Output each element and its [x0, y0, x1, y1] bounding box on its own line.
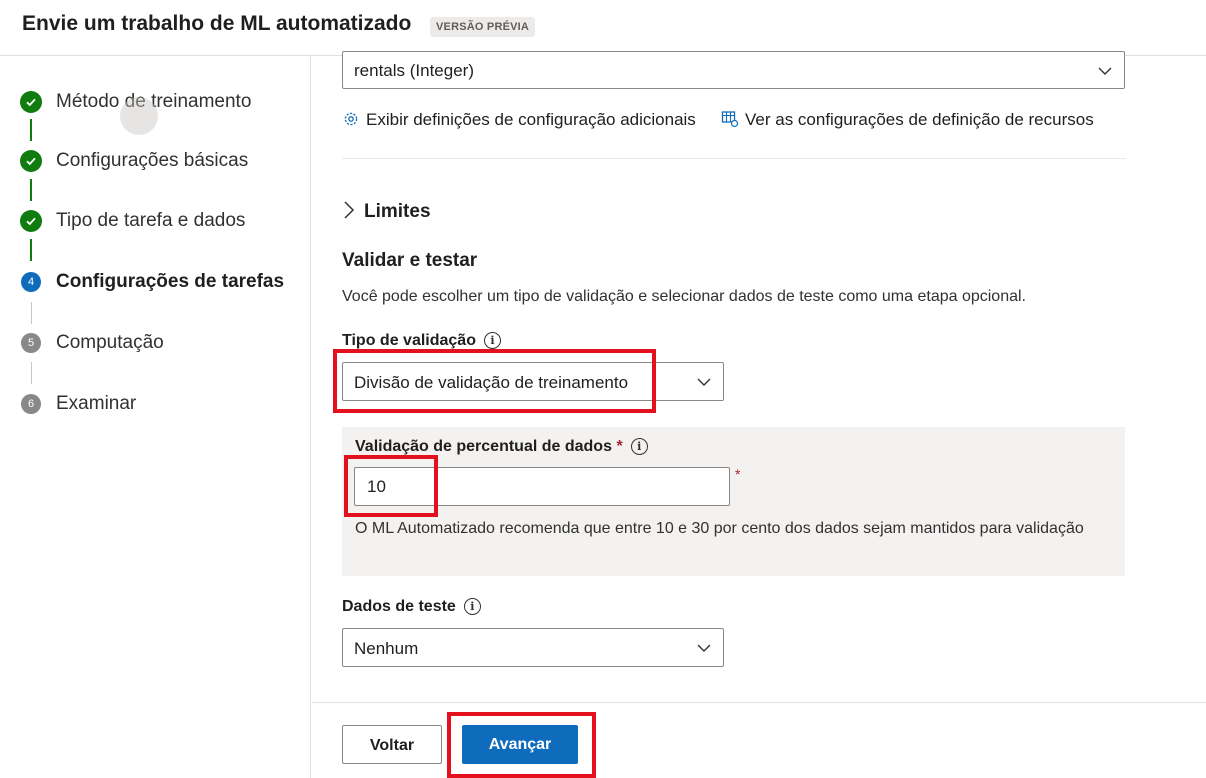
wizard-steps: Método de treinamento Configurações bási…	[0, 56, 311, 778]
section-description: Você pode escolher um tipo de validação …	[342, 288, 1026, 305]
checkmark-icon	[20, 91, 42, 113]
step-number-badge: 4	[21, 272, 41, 292]
required-asterisk: *	[735, 466, 741, 482]
limits-label: Limites	[364, 201, 431, 222]
featurization-settings-link[interactable]: Ver as configurações de definição de rec…	[721, 110, 1094, 130]
step-label: Examinar	[56, 393, 137, 414]
step-label: Computação	[56, 332, 164, 353]
back-button[interactable]: Voltar	[342, 725, 442, 764]
divider	[342, 158, 1126, 159]
preview-badge: VERSÃO PRÉVIA	[430, 17, 536, 37]
step-connector	[30, 179, 32, 201]
checkmark-icon	[20, 210, 42, 232]
test-data-dropdown[interactable]: Nenhum	[342, 628, 724, 667]
dropdown-value: Nenhum	[354, 639, 419, 658]
required-asterisk: *	[616, 438, 623, 455]
field-label: Dados de teste	[342, 598, 456, 615]
page-header: Envie um trabalho de ML automatizado VER…	[0, 0, 1206, 56]
additional-config-link[interactable]: Exibir definições de configuração adicio…	[342, 110, 696, 130]
info-icon[interactable]: i	[483, 332, 501, 349]
percent-label: Validação de percentual de dados * i	[355, 438, 648, 456]
field-label: Tipo de validação	[342, 332, 476, 349]
cursor-hover-indicator	[120, 97, 158, 135]
step-connector	[31, 302, 32, 324]
target-column-dropdown[interactable]: rentals (Integer)	[342, 51, 1125, 89]
checkmark-icon	[20, 150, 42, 172]
link-label: Exibir definições de configuração adicio…	[366, 110, 696, 129]
dropdown-value: rentals (Integer)	[354, 61, 474, 80]
step-connector	[30, 119, 32, 141]
step-label: Configurações básicas	[56, 150, 249, 171]
percent-help-text: O ML Automatizado recomenda que entre 10…	[355, 520, 1084, 537]
step-connector	[31, 362, 32, 384]
highlight-box	[344, 455, 438, 517]
chevron-down-icon	[1098, 67, 1112, 75]
test-data-label: Dados de teste i	[342, 598, 481, 616]
limits-expander[interactable]: Limites	[342, 200, 431, 223]
page-title: Envie um trabalho de ML automatizado	[22, 12, 412, 35]
step-number-badge: 6	[21, 394, 41, 414]
table-settings-icon	[721, 111, 739, 128]
field-label: Validação de percentual de dados	[355, 438, 612, 455]
highlight-box	[333, 349, 656, 413]
info-icon[interactable]: i	[463, 598, 481, 615]
info-icon[interactable]: i	[630, 438, 648, 455]
step-label: Configurações de tarefas	[56, 271, 285, 292]
chevron-down-icon	[697, 644, 711, 652]
section-title: Validar e testar	[342, 250, 478, 271]
validation-type-label: Tipo de validação i	[342, 332, 501, 350]
step-connector	[30, 239, 32, 261]
link-label: Ver as configurações de definição de rec…	[745, 110, 1094, 129]
chevron-right-icon	[344, 201, 355, 219]
chevron-down-icon	[697, 378, 711, 386]
highlight-box	[447, 712, 596, 778]
step-number-badge: 5	[21, 333, 41, 353]
gear-icon	[344, 112, 358, 126]
step-label: Tipo de tarefa e dados	[56, 210, 246, 231]
